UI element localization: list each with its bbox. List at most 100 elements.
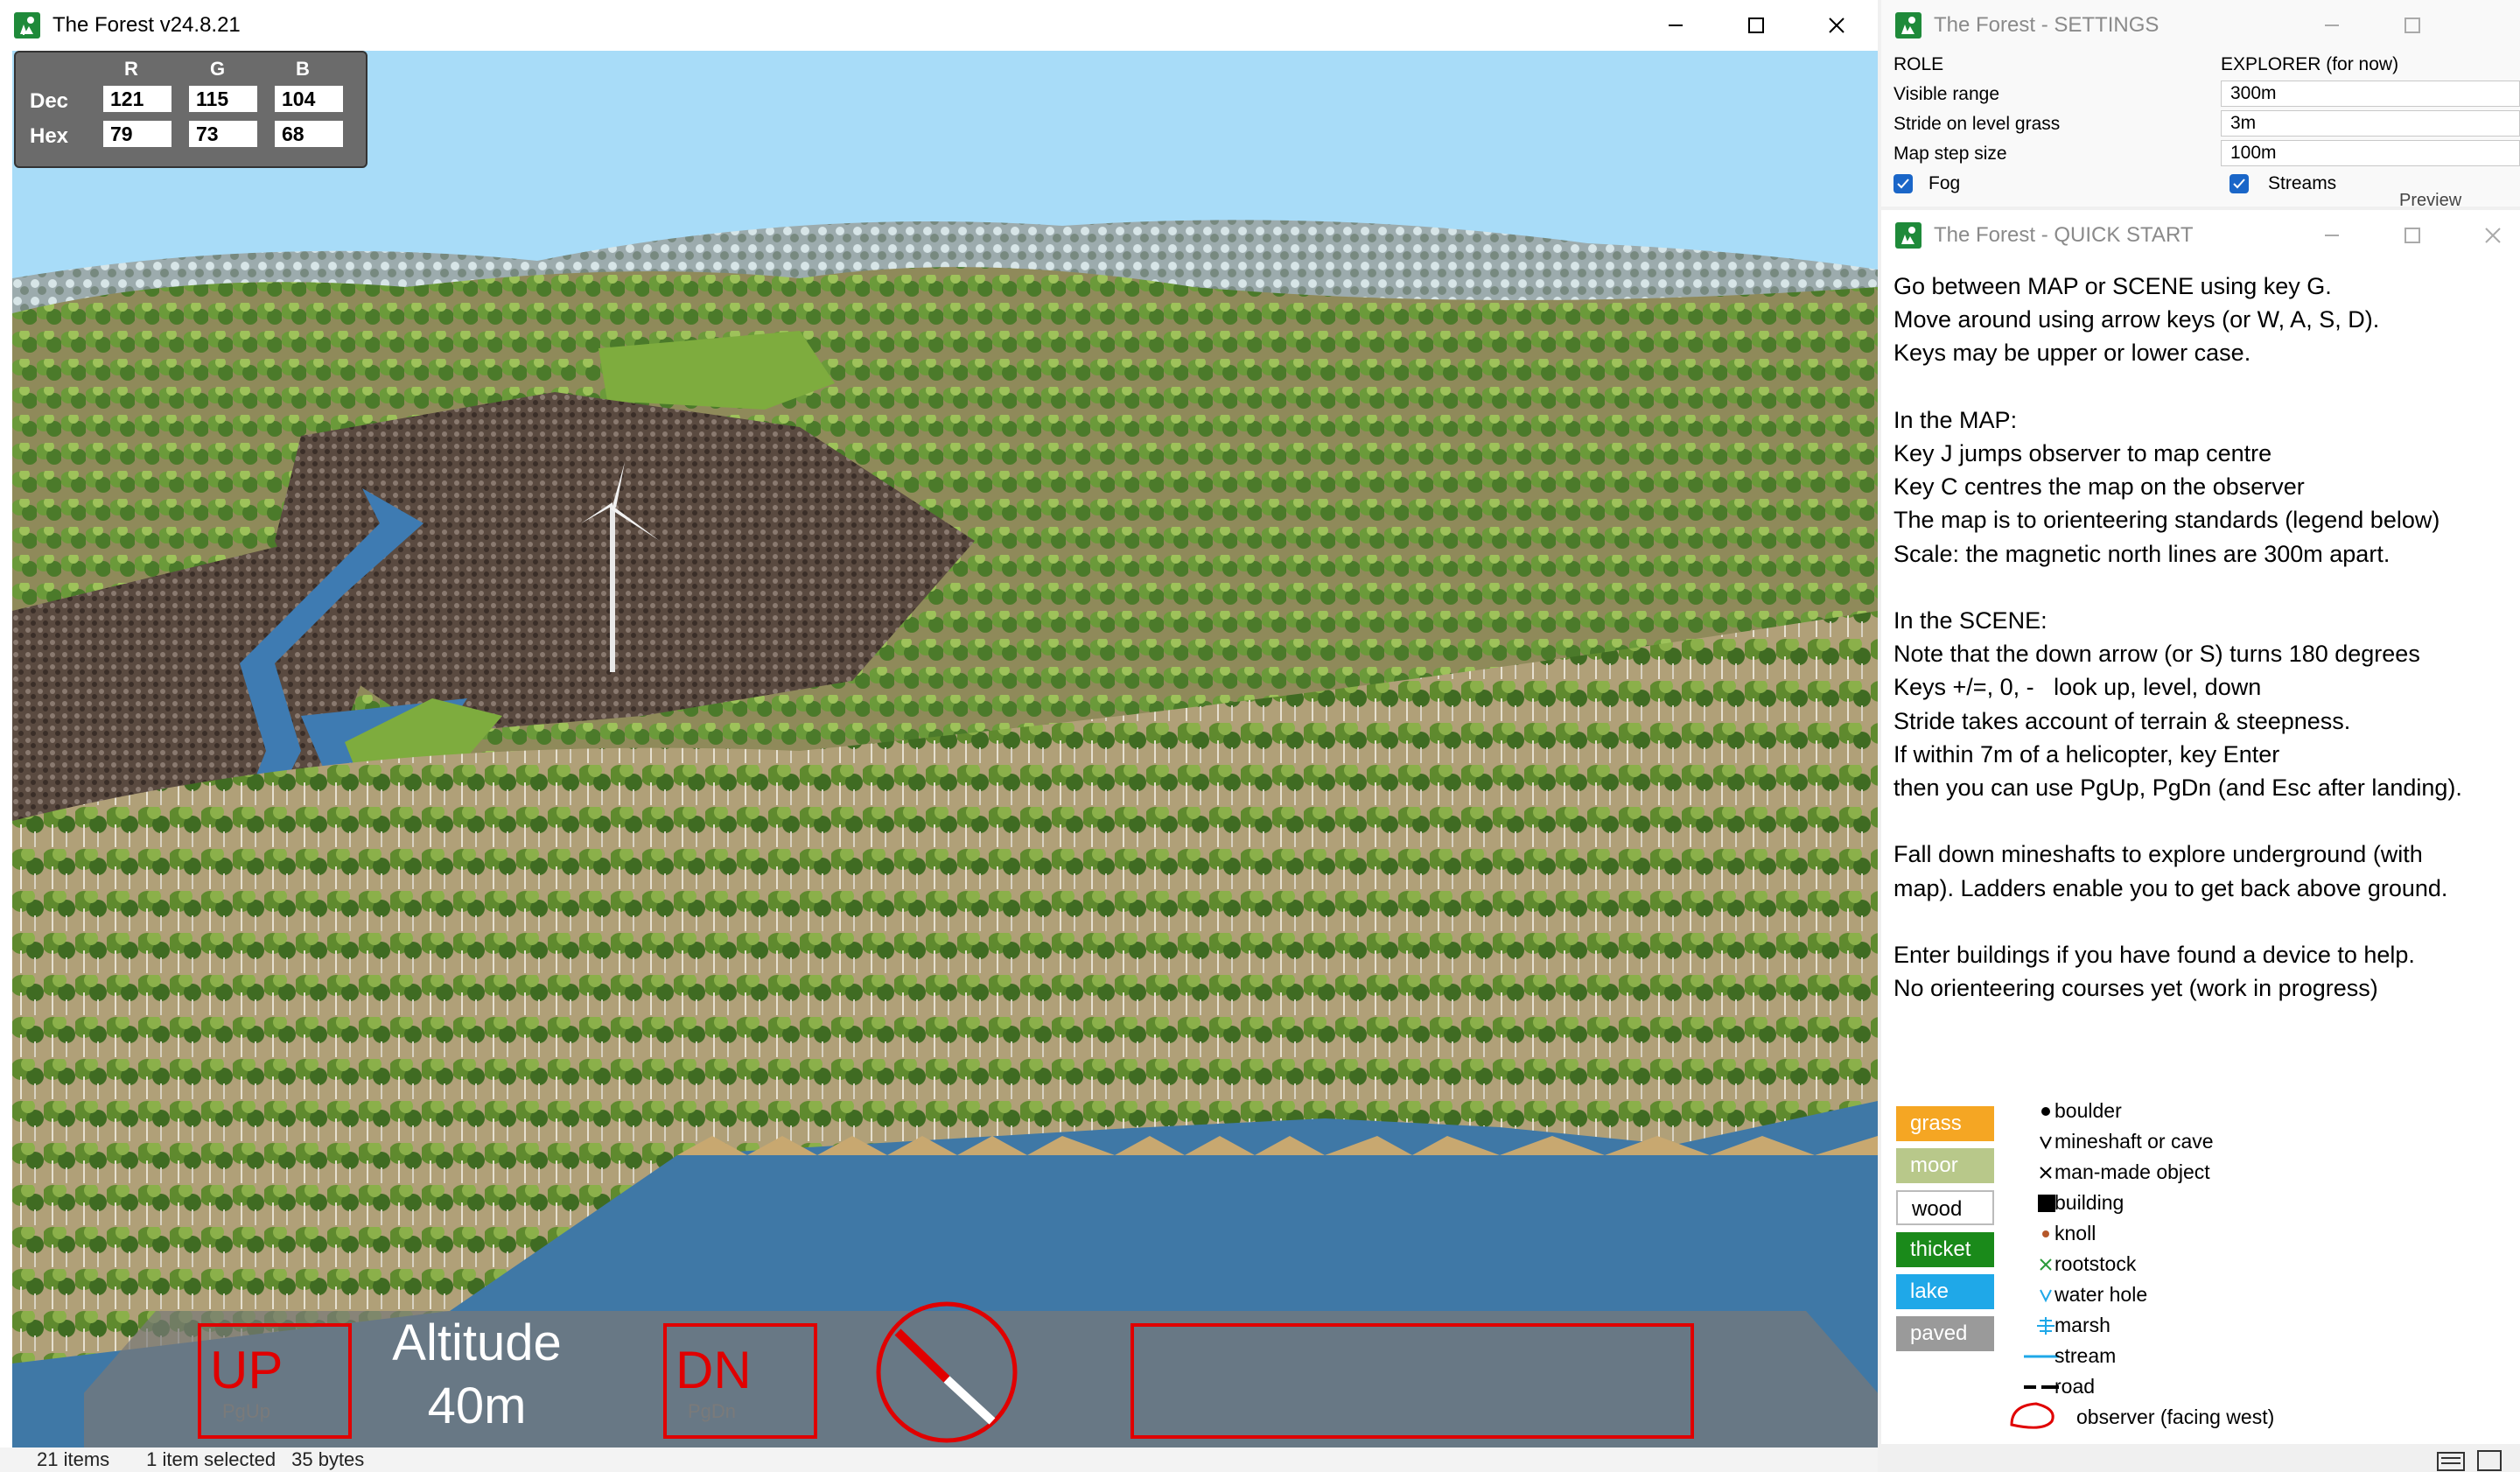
legend-symbol-label: observer (facing west) bbox=[2076, 1405, 2275, 1428]
quick-start-line: Note that the down arrow (or S) turns 18… bbox=[1894, 641, 2420, 668]
fog-checkbox[interactable] bbox=[1894, 174, 1913, 193]
close-icon bbox=[1829, 18, 1844, 33]
settings-window-title: The Forest - SETTINGS bbox=[1934, 13, 2160, 37]
maximize-button[interactable] bbox=[1717, 0, 1796, 51]
maximize-icon bbox=[1748, 18, 1764, 33]
legend-symbol-label: rootstock bbox=[2054, 1252, 2137, 1275]
up-label: UP bbox=[210, 1341, 284, 1399]
settings-maximize-button[interactable] bbox=[2373, 0, 2452, 51]
quick-start-line: In the MAP: bbox=[1894, 406, 2018, 433]
quick-start-line: No orienteering courses yet (work in pro… bbox=[1894, 975, 2378, 1002]
down-key-hint: PgDn bbox=[688, 1400, 737, 1422]
hex-green-value: 73 bbox=[189, 121, 257, 147]
quick-start-line: Enter buildings if you have found a devi… bbox=[1894, 942, 2415, 968]
main-window-title: The Forest v24.8.21 bbox=[52, 13, 241, 37]
legend-symbol-label: mineshaft or cave bbox=[2054, 1130, 2214, 1153]
role-value: EXPLORER (for now) bbox=[2221, 54, 2399, 74]
legend-terrain-thicket: thicket bbox=[1896, 1232, 1994, 1267]
status-bar: 21 items 1 item selected 35 bytes bbox=[0, 1447, 1878, 1472]
forest-app-icon bbox=[1895, 222, 1922, 249]
quick-start-line: Go between MAP or SCENE using key G. bbox=[1894, 273, 2332, 299]
main-titlebar[interactable]: The Forest v24.8.21 bbox=[0, 0, 1878, 51]
quick-start-line: Scale: the magnetic north lines are 300m… bbox=[1894, 540, 2390, 567]
legend-symbol-label: man-made object bbox=[2054, 1160, 2210, 1183]
visible-range-label: Visible range bbox=[1894, 84, 2000, 104]
quick-start-line: Move around using arrow keys (or W, A, S… bbox=[1894, 306, 2380, 333]
rgb-color-panel: R G B Dec Hex 121 115 104 79 73 68 bbox=[14, 51, 368, 168]
streams-checkbox[interactable] bbox=[2230, 174, 2249, 193]
hex-label: Hex bbox=[30, 124, 69, 148]
legend-symbol-label: road bbox=[2054, 1375, 2096, 1398]
legend-terrain-wood: wood bbox=[1896, 1190, 1994, 1225]
dec-red-value: 121 bbox=[103, 86, 172, 112]
check-icon bbox=[1897, 179, 1909, 189]
minimize-button[interactable] bbox=[1636, 0, 1715, 51]
forest-scene-viewport[interactable]: R G B Dec Hex 121 115 104 79 73 68 bbox=[12, 51, 1878, 1447]
close-button[interactable] bbox=[1797, 0, 1876, 51]
down-button[interactable]: DN PgDn bbox=[663, 1323, 817, 1439]
legend-symbol-label: boulder bbox=[2054, 1099, 2122, 1122]
dec-label: Dec bbox=[30, 89, 69, 113]
fog-label: Fog bbox=[1928, 173, 1961, 193]
quick-start-line: Fall down mineshafts to explore undergro… bbox=[1894, 841, 2423, 868]
close-icon bbox=[2485, 228, 2501, 243]
dec-green-value: 115 bbox=[189, 86, 257, 112]
stride-input[interactable]: 3m bbox=[2221, 110, 2520, 137]
quick-start-titlebar[interactable]: The Forest - QUICK START bbox=[1881, 210, 2520, 261]
dec-blue-value: 104 bbox=[275, 86, 343, 112]
forest-app-icon bbox=[1895, 12, 1922, 39]
map-step-label: Map step size bbox=[1894, 144, 2007, 164]
maximize-icon bbox=[2404, 228, 2420, 243]
legend-terrain-moor: moor bbox=[1896, 1148, 1994, 1183]
streams-label: Streams bbox=[2268, 173, 2337, 193]
preview-label: Preview bbox=[2399, 191, 2462, 207]
legend-symbol-label: knoll bbox=[2054, 1222, 2096, 1244]
forest-app-icon bbox=[14, 12, 40, 39]
quick-start-line: The map is to orienteering standards (le… bbox=[1894, 507, 2440, 534]
legend-terrain-paved: paved bbox=[1896, 1316, 1994, 1351]
quick-start-line: then you can use PgUp, PgDn (and Esc aft… bbox=[1894, 775, 2462, 801]
minimize-icon bbox=[2325, 235, 2339, 236]
legend-symbol-label: building bbox=[2054, 1191, 2124, 1214]
altitude-label: Altitude bbox=[392, 1314, 562, 1371]
visible-range-input[interactable]: 300m bbox=[2221, 81, 2520, 107]
up-key-hint: PgUp bbox=[222, 1400, 271, 1422]
status-selected: 1 item selected bbox=[146, 1448, 276, 1470]
stream-icon bbox=[2024, 1344, 2059, 1369]
green-header: G bbox=[210, 58, 226, 80]
scene-render bbox=[12, 51, 1878, 1447]
map-step-input[interactable]: 100m bbox=[2221, 140, 2520, 166]
road-icon bbox=[2024, 1375, 2059, 1399]
quick-start-title: The Forest - QUICK START bbox=[1934, 223, 2194, 247]
settings-minimize-button[interactable] bbox=[2292, 0, 2371, 51]
quick-start-line: map). Ladders enable you to get back abo… bbox=[1894, 874, 2448, 901]
settings-titlebar[interactable]: The Forest - SETTINGS bbox=[1881, 0, 2520, 51]
legend-terrain-lake: lake bbox=[1896, 1274, 1994, 1309]
maximize-icon bbox=[2404, 18, 2420, 33]
quick-close-button[interactable] bbox=[2454, 210, 2520, 261]
quick-start-line: Key J jumps observer to map centre bbox=[1894, 440, 2272, 466]
legend-symbol-label: water hole bbox=[2054, 1283, 2148, 1306]
legend-terrain-grass: grass bbox=[1896, 1106, 1994, 1141]
minimize-icon bbox=[1669, 25, 1683, 26]
legend-symbol-label: marsh bbox=[2054, 1314, 2110, 1336]
altitude-value: 40m bbox=[427, 1377, 527, 1434]
hex-red-value: 79 bbox=[103, 121, 172, 147]
stride-label: Stride on level grass bbox=[1894, 114, 2061, 134]
down-label: DN bbox=[676, 1341, 752, 1399]
quick-maximize-button[interactable] bbox=[2373, 210, 2452, 261]
settings-window: The Forest - SETTINGS ROLE EXPLORER (for… bbox=[1881, 0, 2520, 207]
status-size: 35 bytes bbox=[291, 1448, 365, 1470]
main-window: The Forest v24.8.21 R G B Dec Hex 121 11… bbox=[0, 0, 1878, 1472]
check-icon bbox=[2233, 179, 2245, 189]
up-button[interactable]: UP PgUp bbox=[198, 1323, 352, 1439]
map-legend: grass moor wood thicket lake paved boulder min… bbox=[1893, 1092, 2321, 1429]
hex-blue-value: 68 bbox=[275, 121, 343, 147]
minimize-icon bbox=[2325, 25, 2339, 26]
quick-start-line: Keys may be upper or lower case. bbox=[1894, 340, 2251, 367]
quick-minimize-button[interactable] bbox=[2292, 210, 2371, 261]
red-header: R bbox=[124, 58, 138, 80]
quick-start-line: Keys +/=, 0, - look up, level, down bbox=[1894, 674, 2262, 701]
observer-icon bbox=[2008, 1400, 2061, 1435]
view-toggle-icons[interactable] bbox=[2432, 1447, 2511, 1472]
